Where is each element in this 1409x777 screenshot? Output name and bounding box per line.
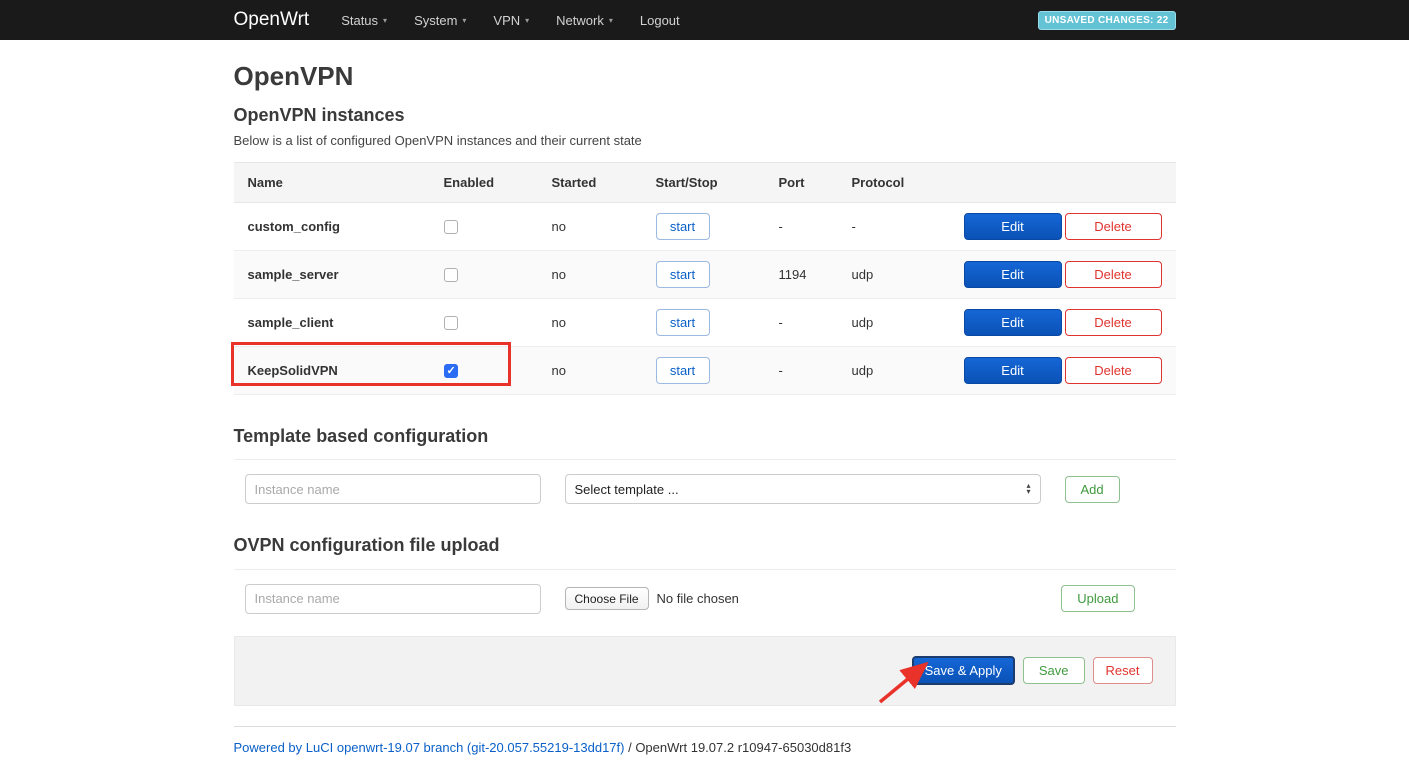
port-value: - [765, 298, 838, 346]
start-button[interactable]: start [656, 357, 710, 384]
nav-item-network[interactable]: Network ▾ [556, 13, 613, 28]
instance-name: sample_client [234, 298, 430, 346]
started-value: no [538, 298, 642, 346]
chevron-down-icon: ▾ [383, 16, 387, 25]
select-arrows-icon: ▴▾ [1026, 483, 1030, 495]
delete-button[interactable]: Delete [1065, 357, 1162, 384]
page-title: OpenVPN [234, 61, 1176, 92]
upload-config-row: Choose File No file chosen Upload [234, 584, 1176, 614]
template-instance-name-input[interactable] [245, 474, 541, 504]
column-header-enabled: Enabled [430, 162, 538, 202]
nav-item-label: Status [341, 13, 378, 28]
template-config-heading: Template based configuration [234, 425, 1176, 461]
template-select[interactable]: Select template ... ▴▾ [565, 474, 1041, 504]
enabled-checkbox[interactable] [444, 268, 458, 282]
nav-item-label: Network [556, 13, 604, 28]
main-content: OpenVPN OpenVPN instances Below is a lis… [234, 61, 1176, 777]
nav-item-label: System [414, 13, 457, 28]
column-header-startstop: Start/Stop [642, 162, 765, 202]
nav-item-logout[interactable]: Logout [640, 13, 680, 28]
edit-button[interactable]: Edit [964, 213, 1062, 240]
started-value: no [538, 250, 642, 298]
enabled-checkbox[interactable] [444, 364, 458, 378]
luci-footer-link[interactable]: Powered by LuCI openwrt-19.07 branch (gi… [234, 740, 625, 755]
start-button[interactable]: start [656, 309, 710, 336]
upload-button[interactable]: Upload [1061, 585, 1134, 612]
edit-button[interactable]: Edit [964, 357, 1062, 384]
instances-table: Name Enabled Started Start/Stop Port Pro… [234, 162, 1176, 395]
delete-button[interactable]: Delete [1065, 213, 1162, 240]
protocol-value: udp [838, 346, 950, 394]
column-header-name: Name [234, 162, 430, 202]
column-header-port: Port [765, 162, 838, 202]
file-status-text: No file chosen [657, 591, 739, 606]
start-button[interactable]: start [656, 261, 710, 288]
port-value: - [765, 202, 838, 250]
started-value: no [538, 202, 642, 250]
table-row: sample_server no start 1194 udp EditDele… [234, 250, 1176, 298]
instances-description: Below is a list of configured OpenVPN in… [234, 133, 1176, 148]
enabled-checkbox[interactable] [444, 316, 458, 330]
started-value: no [538, 346, 642, 394]
chevron-down-icon: ▾ [609, 16, 613, 25]
instance-name: sample_server [234, 250, 430, 298]
protocol-value: udp [838, 298, 950, 346]
brand-logo[interactable]: OpenWrt [234, 9, 310, 31]
port-value: 1194 [765, 250, 838, 298]
chevron-down-icon: ▾ [462, 16, 466, 25]
nav-item-vpn[interactable]: VPN ▾ [493, 13, 529, 28]
upload-config-heading: OVPN configuration file upload [234, 534, 1176, 570]
column-header-started: Started [538, 162, 642, 202]
delete-button[interactable]: Delete [1065, 261, 1162, 288]
add-button[interactable]: Add [1065, 476, 1120, 503]
footer-version-text: / OpenWrt 19.07.2 r10947-65030d81f3 [624, 740, 851, 755]
template-select-value: Select template ... [575, 482, 679, 497]
instance-name: KeepSolidVPN [234, 346, 430, 394]
page-actions-bar: Save & Apply Save Reset [234, 636, 1176, 706]
delete-button[interactable]: Delete [1065, 309, 1162, 336]
page-footer: Powered by LuCI openwrt-19.07 branch (gi… [234, 726, 1176, 777]
choose-file-button[interactable]: Choose File [565, 587, 649, 610]
nav-item-label: VPN [493, 13, 520, 28]
table-row: custom_config no start - - EditDelete [234, 202, 1176, 250]
chevron-down-icon: ▾ [525, 16, 529, 25]
nav-item-status[interactable]: Status ▾ [341, 13, 387, 28]
protocol-value: - [838, 202, 950, 250]
template-config-row: Select template ... ▴▾ Add [234, 474, 1176, 504]
top-navbar: OpenWrt Status ▾ System ▾ VPN ▾ Network … [0, 0, 1409, 40]
reset-button[interactable]: Reset [1093, 657, 1153, 684]
edit-button[interactable]: Edit [964, 261, 1062, 288]
port-value: - [765, 346, 838, 394]
nav-item-system[interactable]: System ▾ [414, 13, 466, 28]
column-header-actions [950, 162, 1176, 202]
unsaved-changes-badge[interactable]: UNSAVED CHANGES: 22 [1038, 11, 1176, 30]
nav-item-label: Logout [640, 13, 680, 28]
upload-instance-name-input[interactable] [245, 584, 541, 614]
instances-heading: OpenVPN instances [234, 104, 1176, 127]
column-header-protocol: Protocol [838, 162, 950, 202]
start-button[interactable]: start [656, 213, 710, 240]
save-apply-button[interactable]: Save & Apply [912, 656, 1015, 685]
instance-name: custom_config [234, 202, 430, 250]
enabled-checkbox[interactable] [444, 220, 458, 234]
protocol-value: udp [838, 250, 950, 298]
table-row-highlighted: KeepSolidVPN no start - udp EditDelete [234, 346, 1176, 394]
table-header-row: Name Enabled Started Start/Stop Port Pro… [234, 162, 1176, 202]
edit-button[interactable]: Edit [964, 309, 1062, 336]
table-row: sample_client no start - udp EditDelete [234, 298, 1176, 346]
save-button[interactable]: Save [1023, 657, 1085, 684]
